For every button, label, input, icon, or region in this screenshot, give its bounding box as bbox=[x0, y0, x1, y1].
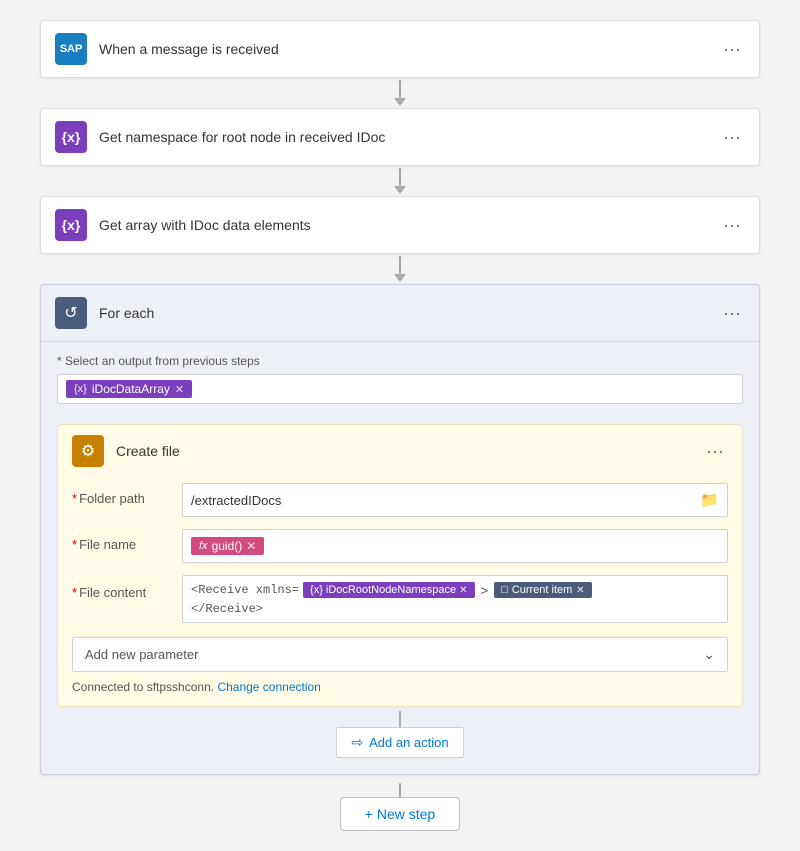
add-action-section: ⇨ Add an action bbox=[41, 711, 759, 758]
required-asterisk: * Select an output from previous steps bbox=[57, 354, 260, 368]
add-action-label: Add an action bbox=[369, 735, 449, 750]
step-card-3: {x} Get array with IDoc data elements ··… bbox=[40, 196, 760, 254]
select-output-label: * Select an output from previous steps bbox=[57, 354, 743, 368]
step-more-2[interactable]: ··· bbox=[719, 127, 745, 148]
step-label-3: Get array with IDoc data elements bbox=[99, 217, 719, 233]
create-file-icon: ⚙ bbox=[72, 435, 104, 467]
foreach-tag-icon: □ bbox=[501, 584, 508, 596]
step-card-2: {x} Get namespace for root node in recei… bbox=[40, 108, 760, 166]
flow-container: SAP When a message is received ··· {x} G… bbox=[40, 20, 760, 831]
foreach-title: For each bbox=[99, 305, 719, 321]
expr-icon-2: {x} bbox=[55, 209, 87, 241]
file-content-line2: </Receive> bbox=[191, 602, 719, 616]
receive-close: </Receive> bbox=[191, 602, 263, 616]
connection-text: Connected to sftpsshconn. bbox=[72, 680, 214, 694]
folder-path-input[interactable]: /extractedIDocs 📁 bbox=[182, 483, 728, 517]
tag-icon: {x} bbox=[74, 383, 87, 395]
guid-tag-close[interactable]: ✕ bbox=[246, 539, 256, 553]
var-tag-label: iDocRootNodeNamespace bbox=[326, 584, 456, 596]
add-param-row[interactable]: Add new parameter ⌄ bbox=[72, 637, 728, 672]
current-item-tag[interactable]: □ Current item ✕ bbox=[494, 582, 592, 598]
foreach-more[interactable]: ··· bbox=[719, 303, 745, 324]
create-file-title: Create file bbox=[116, 443, 702, 459]
receive-prefix: <Receive xmlns= bbox=[191, 583, 299, 597]
current-item-label: Current item bbox=[512, 584, 573, 596]
var-tag-icon: {x} bbox=[310, 584, 323, 596]
foreach-tag-close[interactable]: ✕ bbox=[576, 585, 584, 596]
tag-close[interactable]: ✕ bbox=[175, 383, 184, 396]
connector-1 bbox=[394, 80, 406, 106]
foreach-icon: ↺ bbox=[55, 297, 87, 329]
create-file-more[interactable]: ··· bbox=[702, 441, 728, 462]
file-name-input[interactable]: fx guid() ✕ bbox=[182, 529, 728, 563]
new-step-section: + New step bbox=[340, 783, 460, 831]
add-action-button[interactable]: ⇨ Add an action bbox=[336, 727, 463, 758]
file-content-area[interactable]: <Receive xmlns= {x} iDocRootNodeNamespac… bbox=[182, 575, 728, 623]
foreach-container: ↺ For each ··· * Select an output from p… bbox=[40, 284, 760, 775]
folder-path-value: /extractedIDocs bbox=[191, 493, 281, 508]
file-content-label: *File content bbox=[72, 575, 172, 600]
folder-path-label: *Folder path bbox=[72, 483, 172, 506]
folder-path-row: *Folder path /extractedIDocs 📁 bbox=[58, 477, 742, 523]
add-param-label: Add new parameter bbox=[85, 647, 198, 662]
step-label-2: Get namespace for root node in received … bbox=[99, 129, 719, 145]
change-connection-link[interactable]: Change connection bbox=[217, 680, 320, 694]
gt-text: > bbox=[479, 583, 491, 598]
guid-tag-label: guid() bbox=[212, 539, 243, 553]
sap-icon: SAP bbox=[55, 33, 87, 65]
chevron-down-icon: ⌄ bbox=[703, 646, 715, 663]
step-card-1: SAP When a message is received ··· bbox=[40, 20, 760, 78]
guid-tag[interactable]: fx guid() ✕ bbox=[191, 537, 264, 555]
idoc-data-array-tag[interactable]: {x} iDocDataArray ✕ bbox=[66, 380, 192, 398]
tag-label: iDocDataArray bbox=[92, 382, 170, 396]
new-step-button[interactable]: + New step bbox=[340, 797, 460, 831]
add-action-icon: ⇨ bbox=[351, 734, 363, 751]
folder-icon: 📁 bbox=[700, 491, 719, 509]
new-step-label: + New step bbox=[365, 806, 435, 822]
tag-input[interactable]: {x} iDocDataArray ✕ bbox=[57, 374, 743, 404]
step-more-1[interactable]: ··· bbox=[719, 39, 745, 60]
create-file-header: ⚙ Create file ··· bbox=[58, 425, 742, 477]
expr-icon-1: {x} bbox=[55, 121, 87, 153]
connection-info: Connected to sftpsshconn. Change connect… bbox=[58, 672, 742, 694]
step-label-1: When a message is received bbox=[99, 41, 719, 57]
connector-3 bbox=[394, 256, 406, 282]
foreach-header: ↺ For each ··· bbox=[41, 285, 759, 342]
file-content-line1: <Receive xmlns= {x} iDocRootNodeNamespac… bbox=[191, 582, 719, 598]
file-name-label: *File name bbox=[72, 529, 172, 552]
idoc-namespace-tag[interactable]: {x} iDocRootNodeNamespace ✕ bbox=[303, 582, 474, 598]
create-file-card: ⚙ Create file ··· *Folder path /extracte… bbox=[57, 424, 743, 707]
step-more-3[interactable]: ··· bbox=[719, 215, 745, 236]
connector-2 bbox=[394, 168, 406, 194]
expr-tag-icon: fx bbox=[199, 540, 208, 552]
file-content-row: *File content <Receive xmlns= {x} iDocRo… bbox=[58, 569, 742, 629]
select-output-section: * Select an output from previous steps {… bbox=[41, 342, 759, 414]
var-tag-close[interactable]: ✕ bbox=[459, 585, 467, 596]
file-name-row: *File name fx guid() ✕ bbox=[58, 523, 742, 569]
